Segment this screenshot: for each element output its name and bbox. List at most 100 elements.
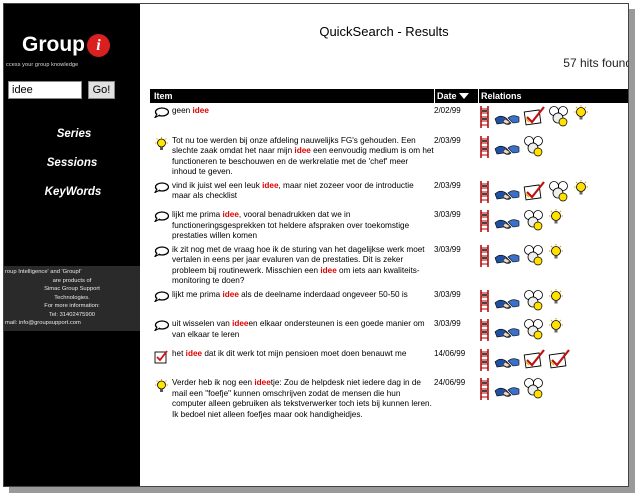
lightbulb-icon[interactable] — [548, 243, 564, 266]
speech-bubble-icon — [150, 245, 172, 287]
table-row[interactable]: het idee dat ik dit werk tot mijn pensio… — [150, 346, 628, 376]
people-icon[interactable] — [523, 377, 545, 403]
ladder-icon[interactable] — [478, 180, 491, 208]
ladder-icon[interactable] — [478, 318, 491, 346]
handshake-icon[interactable] — [494, 244, 520, 272]
search-input[interactable] — [8, 81, 82, 99]
info-line: Technologies. — [54, 294, 90, 301]
item-text[interactable]: lijkt me prima idee, vooral benadrukken … — [172, 210, 434, 242]
item-cell: uit wisselen van ideeen elkaar ondersteu… — [150, 316, 434, 346]
item-text[interactable]: Verder heb ik nog een ideetje: Zou de he… — [172, 378, 434, 420]
search-highlight: idee — [222, 210, 239, 219]
go-button[interactable]: Go! — [88, 81, 115, 99]
header-item[interactable]: Item — [150, 89, 434, 103]
date-cell: 3/03/99 — [434, 210, 461, 219]
ladder-icon[interactable] — [478, 348, 491, 376]
table-row[interactable]: vind ik juist wel een leuk idee, maar ni… — [150, 178, 628, 208]
search-highlight: idee — [262, 180, 279, 190]
item-text[interactable]: vind ik juist wel een leuk idee, maar ni… — [172, 181, 434, 208]
people-icon[interactable] — [523, 318, 545, 344]
handshake-icon[interactable] — [494, 135, 520, 163]
search-highlight: idee — [294, 146, 311, 155]
item-text-segment: vind ik juist wel een leuk — [172, 180, 263, 190]
ladder-icon[interactable] — [478, 135, 491, 163]
handshake-icon[interactable] — [494, 377, 520, 405]
people-icon[interactable] — [523, 289, 545, 315]
sort-down-icon[interactable] — [458, 93, 469, 99]
lightbulb-icon[interactable] — [548, 209, 564, 231]
item-cell: lijkt me prima idee, vooral benadrukken … — [150, 207, 434, 242]
page-title: QuickSearch - Results — [319, 24, 449, 39]
ladder-icon[interactable] — [478, 244, 491, 272]
relations-cell — [478, 287, 628, 317]
item-cell: ik zit nog met de vraag hoe ik de sturin… — [150, 242, 434, 287]
item-text[interactable]: ik zit nog met de vraag hoe ik de sturin… — [172, 245, 434, 287]
speech-bubble-icon — [150, 106, 172, 133]
search-highlight: idee — [192, 106, 209, 115]
table-row[interactable]: ik zit nog met de vraag hoe ik de sturin… — [150, 242, 628, 287]
date-cell: 3/03/99 — [434, 244, 461, 254]
ladder-icon[interactable] — [478, 105, 491, 133]
results-body: geen idee 2/02/99 Tot nu toe werden bij on… — [150, 103, 628, 420]
people-icon[interactable] — [523, 135, 545, 161]
item-cell: Tot nu toe werden bij onze afdeling nauw… — [150, 133, 434, 178]
lightbulb-icon[interactable] — [548, 288, 564, 311]
ladder-icon[interactable] — [478, 209, 491, 237]
handshake-icon[interactable] — [494, 180, 520, 208]
handshake-icon[interactable] — [494, 318, 520, 346]
item-text-segment: het — [172, 348, 186, 358]
people-icon[interactable] — [523, 209, 545, 235]
handshake-icon[interactable] — [494, 348, 520, 376]
item-cell: lijkt me prima idee als de deelname inde… — [150, 287, 434, 317]
lightbulb-icon[interactable] — [548, 318, 564, 340]
table-row[interactable]: lijkt me prima idee, vooral benadrukken … — [150, 207, 628, 242]
nav-sessions[interactable]: Sessions — [4, 153, 140, 182]
nav-keywords[interactable]: KeyWords — [4, 182, 140, 211]
item-text-segment: Verder heb ik nog een — [172, 378, 255, 387]
table-row[interactable]: geen idee 2/02/99 — [150, 103, 628, 133]
lightbulb-icon[interactable] — [573, 105, 589, 127]
check-icon[interactable] — [523, 348, 545, 374]
header-date[interactable]: Date — [434, 89, 478, 103]
info-email[interactable]: mail: info@groupsupport.com — [4, 319, 140, 328]
date-cell: 24/06/99 — [434, 378, 466, 387]
speech-bubble-icon — [150, 290, 172, 317]
item-text-segment: lijkt me prima — [172, 210, 223, 219]
people-icon[interactable] — [548, 105, 570, 131]
info-line: Tel: 31402475900 — [48, 311, 96, 318]
people-icon[interactable] — [523, 244, 545, 270]
item-text[interactable]: Tot nu toe werden bij onze afdeling nauw… — [172, 136, 434, 178]
relations-cell — [478, 316, 628, 346]
handshake-icon[interactable] — [494, 289, 520, 317]
item-text[interactable]: geen idee — [172, 106, 434, 133]
check-icon[interactable] — [523, 105, 545, 131]
nav-series[interactable]: Series — [4, 124, 140, 153]
item-text[interactable]: uit wisselen van ideeen elkaar ondersteu… — [172, 319, 434, 346]
check-icon[interactable] — [548, 348, 570, 374]
speech-bubble-icon — [150, 181, 172, 208]
results-header: Item Date Relations — [150, 89, 628, 103]
table-row[interactable]: uit wisselen van ideeen elkaar ondersteu… — [150, 316, 628, 346]
info-line: Simac Group Support — [44, 286, 100, 292]
table-row[interactable]: lijkt me prima idee als de deelname inde… — [150, 287, 628, 317]
item-text-segment: uit wisselen van — [172, 319, 233, 328]
sidebar-nav: Series Sessions KeyWords — [4, 124, 140, 211]
item-text[interactable]: lijkt me prima idee als de deelname inde… — [172, 290, 434, 317]
ladder-icon[interactable] — [478, 289, 491, 317]
check-icon[interactable] — [523, 180, 545, 206]
logo[interactable]: Group i — [22, 30, 110, 60]
handshake-icon[interactable] — [494, 209, 520, 237]
handshake-icon[interactable] — [494, 105, 520, 133]
relations-cell — [478, 242, 628, 287]
item-text[interactable]: het idee dat ik dit werk tot mijn pensio… — [172, 349, 434, 376]
table-row[interactable]: Tot nu toe werden bij onze afdeling nauw… — [150, 133, 628, 178]
date-cell: 2/03/99 — [434, 135, 461, 145]
ladder-icon[interactable] — [478, 377, 491, 405]
lightbulb-icon[interactable] — [573, 179, 589, 202]
people-icon[interactable] — [548, 180, 570, 206]
table-row[interactable]: Verder heb ik nog een ideetje: Zou de he… — [150, 375, 628, 420]
item-text-segment: geen — [172, 106, 193, 115]
item-cell: geen idee — [150, 103, 434, 133]
item-text-segment: als de deelname inderdaad ongeveer 50-50… — [238, 289, 408, 299]
check-icon — [150, 349, 172, 376]
